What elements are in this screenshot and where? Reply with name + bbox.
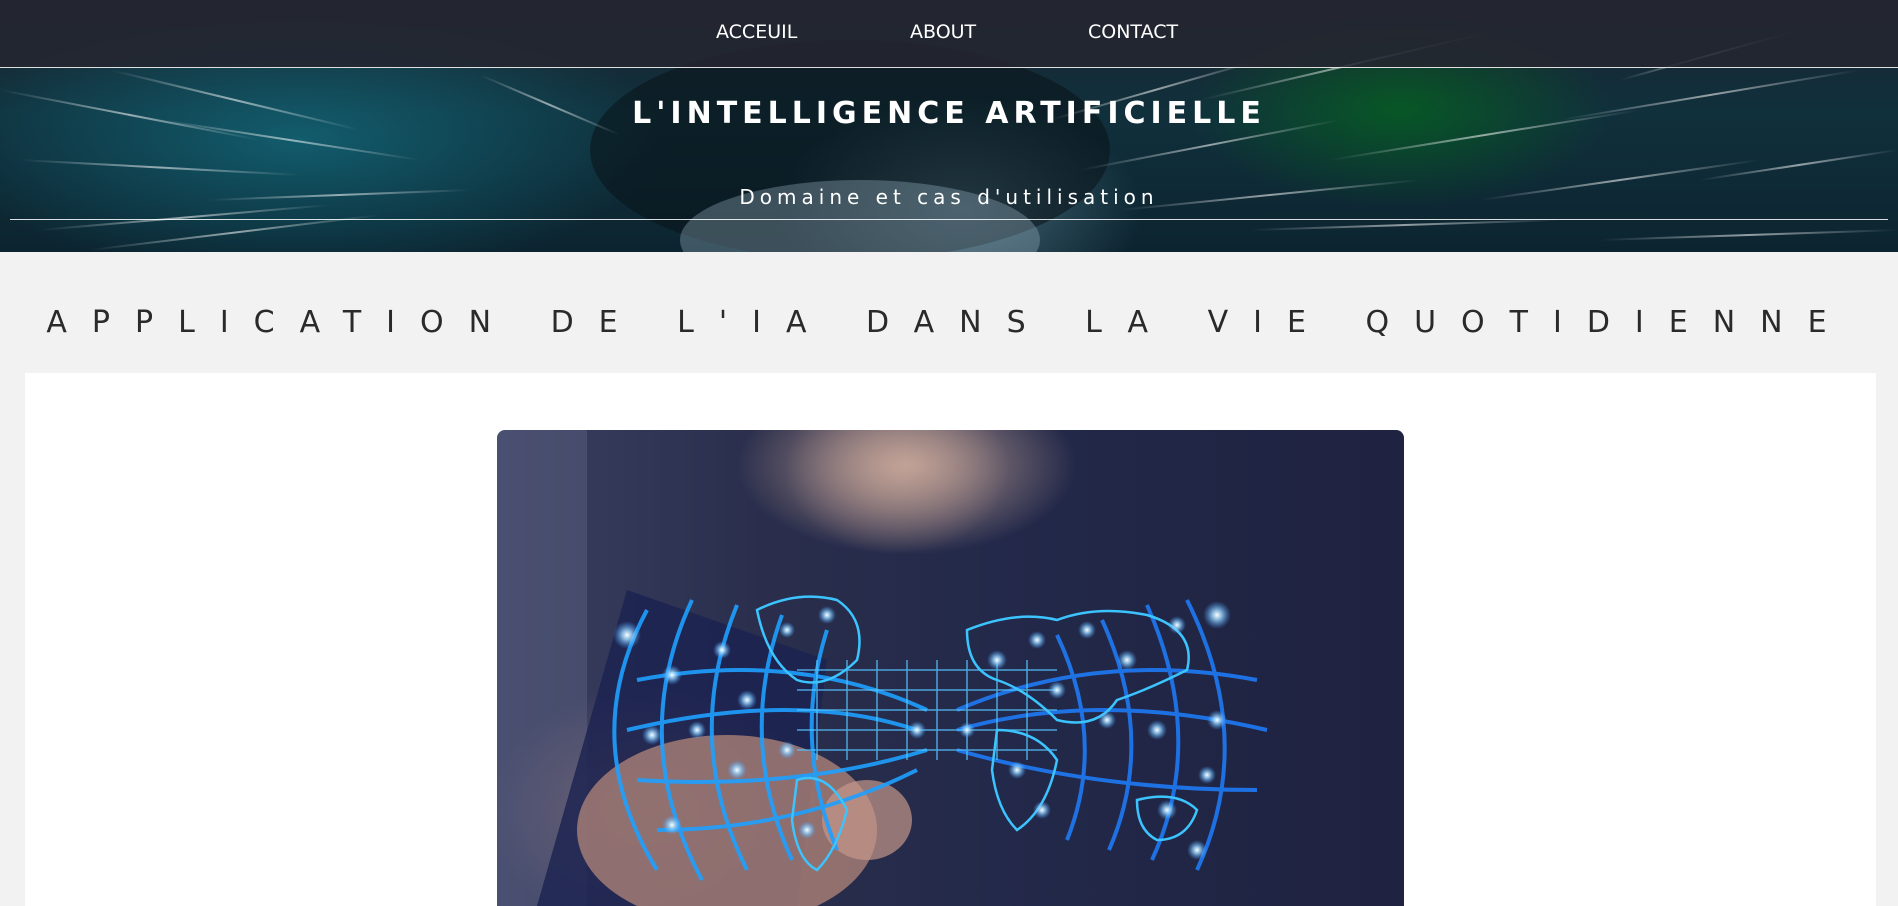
- page: ACCEUIL ABOUT CONTACT L'INTELLIGENCE ART…: [0, 0, 1898, 906]
- feature-image: [497, 430, 1404, 906]
- site-title: L'INTELLIGENCE ARTIFICIELLE: [632, 96, 1266, 131]
- world-network-illustration: [497, 430, 1268, 906]
- top-navigation: ACCEUIL ABOUT CONTACT: [0, 0, 1898, 68]
- site-subtitle: Domaine et cas d'utilisation: [739, 185, 1159, 209]
- hero-banner: ACCEUIL ABOUT CONTACT L'INTELLIGENCE ART…: [0, 0, 1898, 252]
- nav-link-contact[interactable]: CONTACT: [1088, 21, 1178, 43]
- hero-divider: [10, 219, 1888, 220]
- nav-link-about[interactable]: ABOUT: [910, 21, 976, 43]
- nav-link-acceuil[interactable]: ACCEUIL: [716, 21, 797, 43]
- section-title: APPLICATION DE L'IA DANS LA VIE QUOTIDIE…: [46, 305, 1852, 340]
- content-card: [25, 373, 1876, 906]
